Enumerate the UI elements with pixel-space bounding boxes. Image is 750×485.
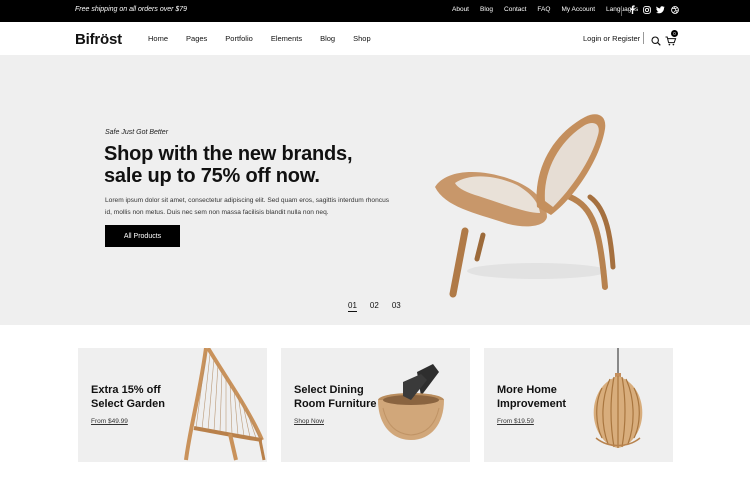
nav-item-portfolio[interactable]: Portfolio [225, 34, 253, 43]
site-logo[interactable]: Bifröst [75, 31, 122, 48]
cart-count-badge: 0 [671, 30, 678, 37]
dribbble-icon[interactable] [670, 5, 679, 14]
slide-dot-3[interactable]: 03 [392, 301, 401, 312]
search-icon[interactable] [651, 33, 661, 46]
main-header: Bifröst Home Pages Portfolio Elements Bl… [0, 22, 750, 55]
top-links: About Blog Contact FAQ My Account Langua… [452, 6, 649, 13]
top-link-my-account[interactable]: My Account [561, 6, 595, 13]
hero-tagline: Safe Just Got Better [105, 129, 169, 136]
social-links [628, 5, 684, 14]
nav-item-shop[interactable]: Shop [353, 34, 371, 43]
category-card-garden[interactable]: Extra 15% off Select Garden From $49.99 [78, 348, 267, 462]
all-products-button[interactable]: All Products [105, 225, 180, 247]
nav-item-elements[interactable]: Elements [271, 34, 302, 43]
card-price-link[interactable]: From $19.59 [497, 418, 534, 425]
card-price-link[interactable]: From $49.99 [91, 418, 128, 425]
slide-dot-1[interactable]: 01 [348, 301, 357, 312]
shipping-promo-text: Free shipping on all orders over $79 [75, 6, 188, 13]
twitter-icon[interactable] [656, 5, 665, 14]
card-title-line-1: Select Dining [294, 384, 364, 396]
top-bar: Free shipping on all orders over $79 Abo… [0, 0, 750, 22]
top-link-faq[interactable]: FAQ [537, 6, 550, 13]
nav-item-blog[interactable]: Blog [320, 34, 335, 43]
login-register-link[interactable]: Login or Register [583, 34, 640, 43]
hero-title: Shop with the new brands, sale up to 75%… [104, 143, 384, 187]
hero-title-line-1: Shop with the new brands, [104, 143, 353, 165]
main-nav: Home Pages Portfolio Elements Blog Shop [148, 34, 389, 43]
hero-title-line-2: sale up to 75% off now. [104, 165, 320, 187]
hero-slider: Safe Just Got Better Shop with the new b… [0, 55, 750, 325]
top-bar-divider [621, 6, 622, 16]
nav-item-pages[interactable]: Pages [186, 34, 207, 43]
card-title-line-2: Improvement [497, 397, 567, 410]
lounge-chair-image [435, 114, 616, 298]
instagram-icon[interactable] [642, 5, 651, 14]
hero-description: Lorem ipsum dolor sit amet, consectetur … [105, 197, 390, 216]
pendant-lamp-image [593, 348, 643, 448]
top-link-contact[interactable]: Contact [504, 6, 526, 13]
top-link-about[interactable]: About [452, 6, 469, 13]
card-title-line-2: Select Garden [91, 397, 165, 410]
nav-item-home[interactable]: Home [148, 34, 168, 43]
hero-pager: 01 02 03 [348, 301, 414, 312]
card-title-line-2: Room Furniture [294, 397, 377, 410]
card-title-line-1: Extra 15% off [91, 384, 161, 396]
header-divider [643, 32, 644, 44]
facebook-icon[interactable] [628, 5, 637, 14]
card-title: Select Dining Room Furniture [294, 384, 404, 411]
category-card-dining[interactable]: Select Dining Room Furniture Shop Now [281, 348, 470, 462]
card-title-line-1: More Home [497, 384, 557, 396]
category-card-home[interactable]: More Home Improvement From $19.59 [484, 348, 673, 462]
card-title: Extra 15% off Select Garden [91, 384, 191, 411]
card-title: More Home Improvement [497, 384, 597, 411]
top-link-blog[interactable]: Blog [480, 6, 493, 13]
slide-dot-2[interactable]: 02 [370, 301, 379, 312]
shop-now-link[interactable]: Shop Now [294, 418, 324, 425]
